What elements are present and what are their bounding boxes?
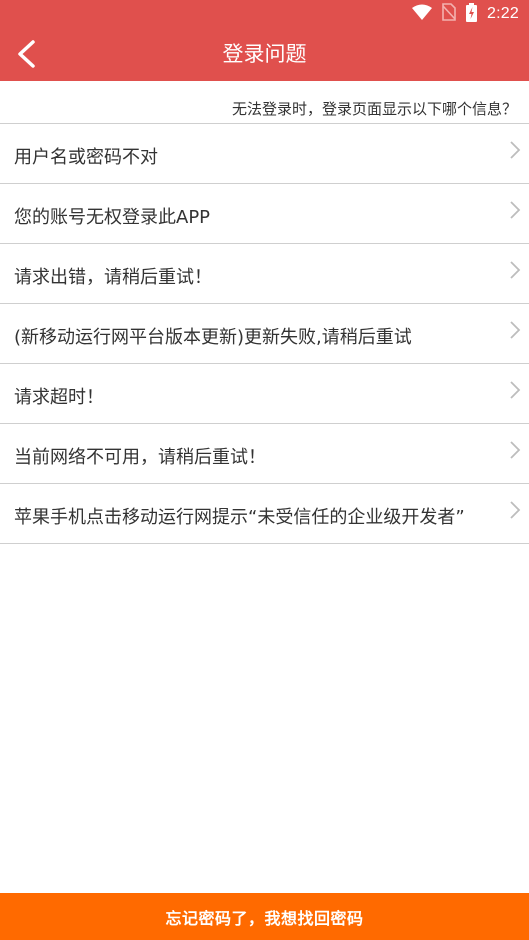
problem-item-wrong-credentials[interactable]: 用户名或密码不对: [0, 124, 529, 184]
forgot-password-button[interactable]: 忘记密码了，我想找回密码: [0, 893, 529, 940]
chevron-right-icon: [510, 261, 521, 279]
chevron-right-icon: [510, 441, 521, 459]
login-problem-hint: 无法登录时，登录页面显示以下哪个信息？: [231, 100, 517, 118]
problem-item-network-unavailable[interactable]: 当前网络不可用，请稍后重试！: [0, 424, 529, 484]
status-icons: 2:22: [412, 2, 519, 26]
app-header: 2:22 登录问题: [0, 0, 529, 81]
status-time: 2:22: [487, 5, 519, 22]
chevron-right-icon: [510, 141, 521, 159]
no-sim-icon: [442, 3, 456, 25]
problem-item-untrusted-developer[interactable]: 苹果手机点击移动运行网提示“未受信任的企业级开发者”: [0, 484, 529, 544]
problem-item-label: 请求出错，请稍后重试！: [14, 267, 212, 288]
wifi-icon: [412, 4, 433, 24]
problem-item-label: 苹果手机点击移动运行网提示“未受信任的企业级开发者”: [14, 507, 465, 528]
status-bar: 2:22: [0, 0, 529, 28]
chevron-right-icon: [510, 201, 521, 219]
chevron-right-icon: [510, 381, 521, 399]
problem-item-label: 请求超时！: [14, 387, 104, 408]
problem-item-label: 当前网络不可用，请稍后重试！: [14, 447, 266, 468]
problem-item-label: 用户名或密码不对: [14, 147, 158, 168]
problem-item-request-timeout[interactable]: 请求超时！: [0, 364, 529, 424]
page-title: 登录问题: [222, 42, 307, 66]
chevron-right-icon: [510, 321, 521, 339]
problem-item-no-permission[interactable]: 您的账号无权登录此APP: [0, 184, 529, 244]
title-bar: 登录问题: [0, 28, 529, 81]
battery-charging-icon: [466, 2, 478, 26]
chevron-right-icon: [510, 501, 521, 519]
problem-item-label: (新移动运行网平台版本更新)更新失败,请稍后重试: [14, 327, 412, 348]
forgot-password-label: 忘记密码了，我想找回密码: [165, 908, 364, 928]
problem-list: 用户名或密码不对 您的账号无权登录此APP 请求出错，请稍后重试！ (新移动运行…: [0, 123, 529, 544]
problem-item-update-failed[interactable]: (新移动运行网平台版本更新)更新失败,请稍后重试: [0, 304, 529, 364]
problem-item-request-error[interactable]: 请求出错，请稍后重试！: [0, 244, 529, 304]
problem-item-label: 您的账号无权登录此APP: [14, 207, 211, 228]
